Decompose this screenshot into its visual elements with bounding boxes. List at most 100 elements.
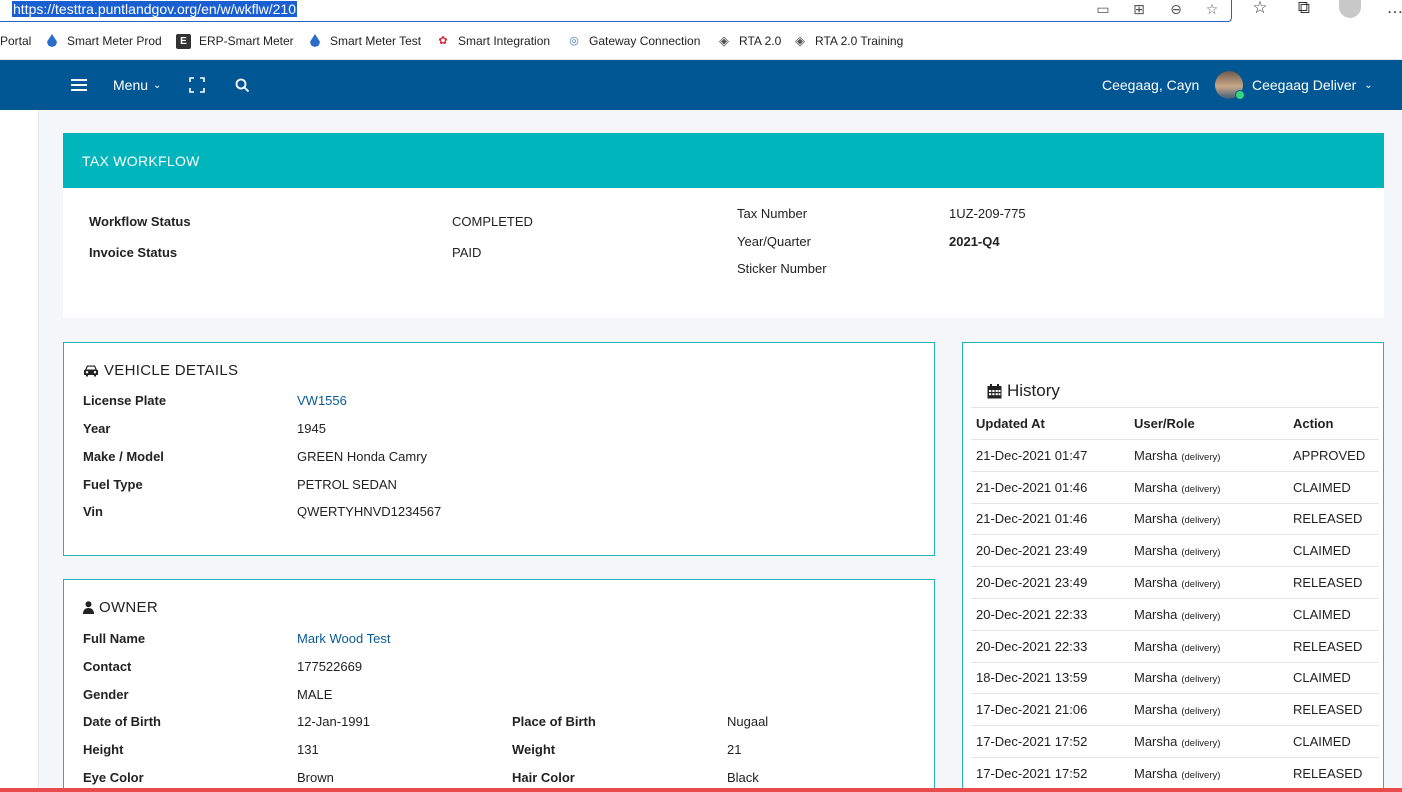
huawei-icon: ✿	[438, 35, 448, 47]
tax-workflow-body: Workflow Status COMPLETED Invoice Status…	[63, 188, 1384, 318]
bookmark-label: RTA 2.0	[739, 34, 782, 48]
bookmark-rta-20[interactable]: ◈ RTA 2.0	[717, 33, 781, 49]
bookmark-label: ERP-Smart Meter	[199, 34, 294, 48]
action-cell: RELEASED	[1288, 629, 1379, 663]
history-title-text: History	[1007, 381, 1060, 400]
table-row: 17-Dec-2021 21:06 Marsha (delivery) RELEASE…	[971, 693, 1379, 726]
layers-icon: ◈	[719, 33, 729, 48]
year-quarter-value: 2021-Q4	[949, 234, 1000, 249]
user-role-cell: Marsha (delivery)	[1129, 661, 1288, 694]
action-cell: RELEASED	[1288, 502, 1379, 535]
user-name: Marsha	[1134, 702, 1178, 718]
table-row: 20-Dec-2021 22:33 Marsha (delivery) CLAIMED	[971, 597, 1379, 631]
device-icon[interactable]: ▭	[1093, 1, 1113, 18]
contact-value: 177522669	[297, 659, 363, 674]
dob-value: 12-Jan-1991	[297, 714, 370, 729]
user-role: (delivery)	[1181, 674, 1221, 686]
bookmark-rta-20-training[interactable]: ◈ RTA 2.0 Training	[793, 33, 903, 49]
contact-label: Contact	[83, 659, 132, 674]
hamburger-button[interactable]	[71, 60, 87, 110]
action-cell: CLAIMED	[1288, 725, 1379, 758]
table-row: 21-Dec-2021 01:46 Marsha (delivery) RELEASE…	[971, 502, 1379, 535]
vin-value: QWERTYHNVD1234567	[297, 504, 442, 519]
e-icon: E	[176, 33, 191, 49]
table-row: 20-Dec-2021 23:49 Marsha (delivery) RELEASE…	[971, 566, 1379, 599]
collections-icon[interactable]: ⧉	[1292, 0, 1316, 18]
action-cell: RELEASED	[1288, 693, 1379, 726]
tax-number-value: 1UZ-209-775	[949, 206, 1026, 221]
user-menu[interactable]: Ceegaag Deliver ⌄	[1215, 60, 1373, 110]
hair-color-value: Black	[727, 770, 759, 785]
updated-at-cell: 21-Dec-2021 01:47	[971, 439, 1129, 472]
user-role-cell: Marsha (delivery)	[1129, 502, 1288, 535]
bookmark-label: Smart Integration	[458, 34, 551, 48]
zoom-out-icon[interactable]: ⊖	[1166, 1, 1186, 18]
menu-dropdown[interactable]: Menu ⌄	[113, 60, 161, 110]
user-role-cell: Marsha (delivery)	[1129, 534, 1288, 567]
action-cell: RELEASED	[1288, 566, 1379, 599]
user-name: Marsha	[1134, 766, 1178, 782]
vehicle-details-card: VEHICLE DETAILS License Plate VW1556 Yea…	[63, 342, 935, 556]
bookmark-label: RTA 2.0 Training	[815, 34, 904, 48]
chevron-down-icon: ⌄	[1364, 79, 1373, 91]
weight-label: Weight	[512, 742, 556, 757]
user-role-cell: Marsha (delivery)	[1129, 597, 1288, 631]
bookmark-smart-meter-prod[interactable]: Smart Meter Prod	[45, 33, 162, 49]
vin-label: Vin	[83, 504, 103, 519]
chevron-down-icon: ⌄	[153, 79, 162, 91]
profile-icon[interactable]	[1339, 0, 1361, 18]
user-role: (delivery)	[1181, 642, 1221, 654]
hair-color-label: Hair Color	[512, 770, 575, 785]
column-header: Updated At	[971, 407, 1129, 440]
updated-at-cell: 17-Dec-2021 17:52	[971, 725, 1129, 758]
make-model-value: GREEN Honda Camry	[297, 449, 428, 464]
user-role: Ceegaag Deliver	[1252, 77, 1357, 93]
apps-icon[interactable]: ⊞	[1129, 1, 1149, 18]
user-name: Marsha	[1134, 606, 1178, 622]
full-name-link[interactable]: Mark Wood Test	[297, 631, 390, 646]
user-role: (delivery)	[1181, 610, 1221, 622]
bookmark-smart-meter-test[interactable]: Smart Meter Test	[308, 33, 421, 49]
drop-icon	[308, 34, 322, 48]
gender-label: Gender	[83, 687, 129, 702]
vehicle-details-title: VEHICLE DETAILS	[83, 362, 238, 379]
user-name: Marsha	[1134, 734, 1178, 750]
updated-at-cell: 21-Dec-2021 01:46	[971, 470, 1129, 504]
updated-at-cell: 21-Dec-2021 01:46	[971, 502, 1129, 535]
license-plate-link[interactable]: VW1556	[297, 393, 347, 408]
full-name-label: Full Name	[83, 631, 146, 646]
user-role-cell: Marsha (delivery)	[1129, 439, 1288, 472]
favorites-icon[interactable]: ☆	[1248, 0, 1272, 18]
url-text[interactable]: https://testtra.puntlandgov.org/en/w/wkf…	[12, 1, 298, 17]
table-row: 21-Dec-2021 01:47 Marsha (delivery) APPROVE…	[971, 439, 1379, 472]
add-favorite-icon[interactable]: ☆	[1202, 1, 1222, 18]
table-row: 17-Dec-2021 17:52 Marsha (delivery) CLAIMED	[971, 725, 1379, 758]
bookmark-smart-integration[interactable]: ✿ Smart Integration	[436, 33, 550, 49]
car-icon	[84, 365, 98, 377]
user-name: Marsha	[1134, 543, 1178, 559]
bookmark-label: Smart Meter Prod	[67, 34, 162, 48]
history-card: History Updated At User/Role Action 21-D…	[962, 342, 1384, 792]
vehicle-title-text: VEHICLE DETAILS	[104, 362, 239, 379]
bookmark-portal[interactable]: Portal	[0, 33, 31, 49]
online-status-icon	[1235, 90, 1245, 100]
bookmark-label: Smart Meter Test	[330, 34, 422, 48]
search-button[interactable]	[235, 60, 250, 110]
bookmark-erp-smart-meter[interactable]: E ERP-Smart Meter	[176, 33, 294, 49]
fullscreen-button[interactable]	[189, 60, 205, 110]
updated-at-cell: 17-Dec-2021 17:52	[971, 756, 1129, 790]
dob-label: Date of Birth	[83, 714, 161, 729]
user-role-cell: Marsha (delivery)	[1129, 629, 1288, 663]
url-field[interactable]: https://testtra.puntlandgov.org/en/w/wkf…	[0, 0, 1232, 22]
action-cell: RELEASED	[1288, 756, 1379, 790]
sidebar-strip	[0, 110, 39, 792]
bookmark-label: Portal	[0, 34, 32, 48]
gateway-icon: ◎	[569, 35, 579, 47]
bookmark-gateway-connection[interactable]: ◎ Gateway Connection	[567, 33, 700, 49]
more-icon[interactable]: …	[1383, 0, 1402, 18]
username: Ceegaag, Cayn	[1102, 77, 1200, 93]
user-role-cell: Marsha (delivery)	[1129, 756, 1288, 790]
user-role-cell: Marsha (delivery)	[1129, 470, 1288, 504]
eye-color-label: Eye Color	[83, 770, 144, 785]
bookmarks-bar: Portal Smart Meter Prod E ERP-Smart Mete…	[0, 22, 1402, 60]
